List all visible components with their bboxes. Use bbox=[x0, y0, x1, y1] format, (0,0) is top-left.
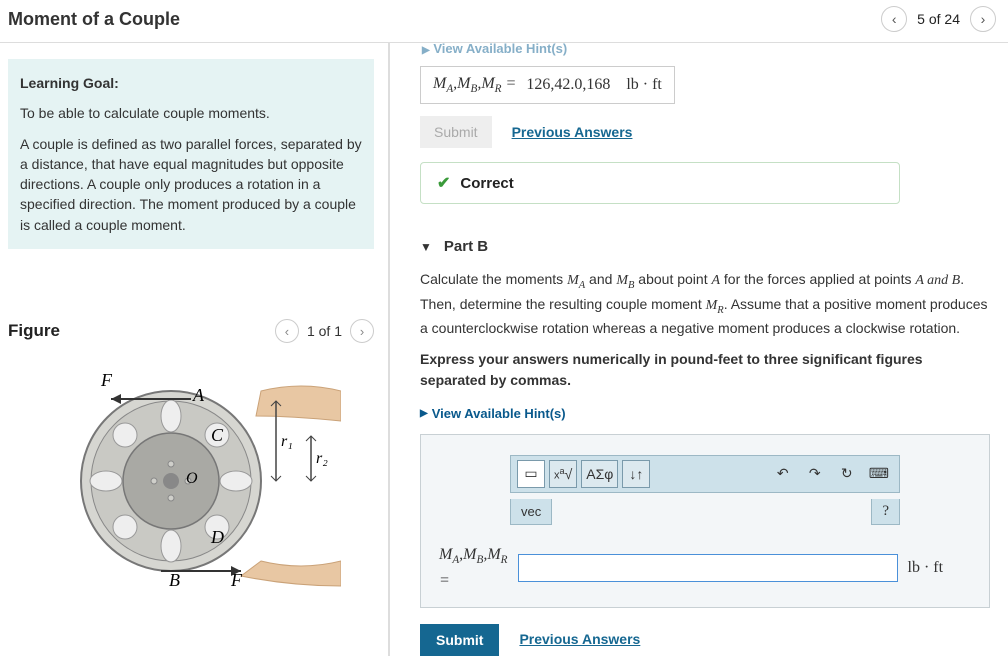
prev-page-button[interactable]: ‹ bbox=[881, 6, 907, 32]
part-a-hints-link-cutoff[interactable]: ▶ View Available Hint(s) bbox=[422, 41, 990, 56]
figure-image: F A C O D B F r₁ r₂ bbox=[8, 361, 374, 591]
figure-nav: ‹ 1 of 1 › bbox=[275, 319, 374, 343]
page-header: Moment of a Couple ‹ 5 of 24 › bbox=[0, 0, 1008, 43]
toolbar-keyboard-button[interactable]: ⌨ bbox=[865, 460, 893, 488]
part-a-previous-link[interactable]: Previous Answers bbox=[512, 124, 633, 140]
right-column: ▶ View Available Hint(s) MA,MB,MR = 126,… bbox=[390, 43, 1008, 656]
page-title: Moment of a Couple bbox=[8, 9, 180, 30]
page-counter: 5 of 24 bbox=[917, 11, 960, 27]
part-a-units: lb · ft bbox=[626, 76, 662, 94]
part-a-correct-banner: ✔ Correct bbox=[420, 162, 900, 204]
equation-row: MA,MB,MR= lb · ft bbox=[439, 543, 971, 593]
figure-prev-button[interactable]: ‹ bbox=[275, 319, 299, 343]
learning-goal-title: Learning Goal: bbox=[20, 73, 362, 93]
part-b-hints-link[interactable]: ▶ View Available Hint(s) bbox=[420, 404, 566, 424]
equation-units: lb · ft bbox=[908, 556, 944, 580]
equation-toolbar: ▭ xa√ ΑΣφ ↓↑ ↶ ↷ ↻ ⌨ bbox=[510, 455, 900, 493]
part-a-answer-display: MA,MB,MR = 126,42.0,168 lb · ft bbox=[420, 66, 675, 104]
figure-title: Figure bbox=[8, 321, 60, 341]
answer-input-panel: ▭ xa√ ΑΣφ ↓↑ ↶ ↷ ↻ ⌨ vec ? MA,MB,MR= bbox=[420, 434, 990, 608]
part-b-body: Calculate the moments MA and MB about po… bbox=[420, 269, 990, 655]
learning-goal-box: Learning Goal: To be able to calculate c… bbox=[8, 59, 374, 249]
left-column: Learning Goal: To be able to calculate c… bbox=[0, 43, 390, 656]
check-icon: ✔ bbox=[437, 173, 450, 193]
toolbar-undo-button[interactable]: ↶ bbox=[769, 460, 797, 488]
next-page-button[interactable]: › bbox=[970, 6, 996, 32]
learning-goal-text-1: To be able to calculate couple moments. bbox=[20, 103, 362, 123]
part-b-submit-button[interactable]: Submit bbox=[420, 624, 499, 656]
part-b-title: Part B bbox=[444, 238, 488, 255]
toolbar-vec-button[interactable]: vec bbox=[510, 499, 552, 525]
part-a-formula-label: MA,MB,MR = bbox=[433, 75, 516, 95]
toolbar-fraction-button[interactable]: ▭ bbox=[517, 460, 545, 488]
part-b-text-2: Express your answers numerically in poun… bbox=[420, 349, 990, 391]
figure-header: Figure ‹ 1 of 1 › bbox=[8, 319, 374, 343]
correct-label: Correct bbox=[460, 175, 513, 192]
figure-counter: 1 of 1 bbox=[307, 323, 342, 339]
part-a-value: 126,42.0,168 bbox=[526, 76, 610, 94]
toolbar-reset-button[interactable]: ↻ bbox=[833, 460, 861, 488]
toolbar-redo-button[interactable]: ↷ bbox=[801, 460, 829, 488]
answer-input[interactable] bbox=[518, 554, 898, 582]
equation-lhs: MA,MB,MR= bbox=[439, 543, 508, 593]
learning-goal-text-2: A couple is defined as two parallel forc… bbox=[20, 134, 362, 235]
part-b-previous-link[interactable]: Previous Answers bbox=[519, 629, 640, 650]
label-B: B bbox=[169, 570, 180, 590]
caret-down-icon: ▼ bbox=[420, 240, 432, 254]
label-O: O bbox=[186, 470, 198, 487]
toolbar-templates-button[interactable]: xa√ bbox=[549, 460, 577, 488]
label-F-top: F bbox=[100, 370, 113, 390]
label-A: A bbox=[192, 385, 205, 405]
label-r2: r₂ bbox=[316, 450, 328, 467]
part-b-text-1: Calculate the moments MA and MB about po… bbox=[420, 269, 990, 339]
label-C: C bbox=[211, 425, 224, 445]
toolbar-subscript-button[interactable]: ↓↑ bbox=[622, 460, 650, 488]
label-r1: r₁ bbox=[281, 433, 293, 450]
toolbar-greek-button[interactable]: ΑΣφ bbox=[581, 460, 618, 488]
figure-next-button[interactable]: › bbox=[350, 319, 374, 343]
header-nav: ‹ 5 of 24 › bbox=[881, 6, 996, 32]
part-a-submit-button: Submit bbox=[420, 116, 492, 148]
label-D: D bbox=[210, 527, 224, 547]
part-b-header[interactable]: ▼ Part B bbox=[420, 238, 990, 255]
toolbar-help-button[interactable]: ? bbox=[871, 499, 900, 525]
label-F-bot: F bbox=[230, 570, 243, 590]
